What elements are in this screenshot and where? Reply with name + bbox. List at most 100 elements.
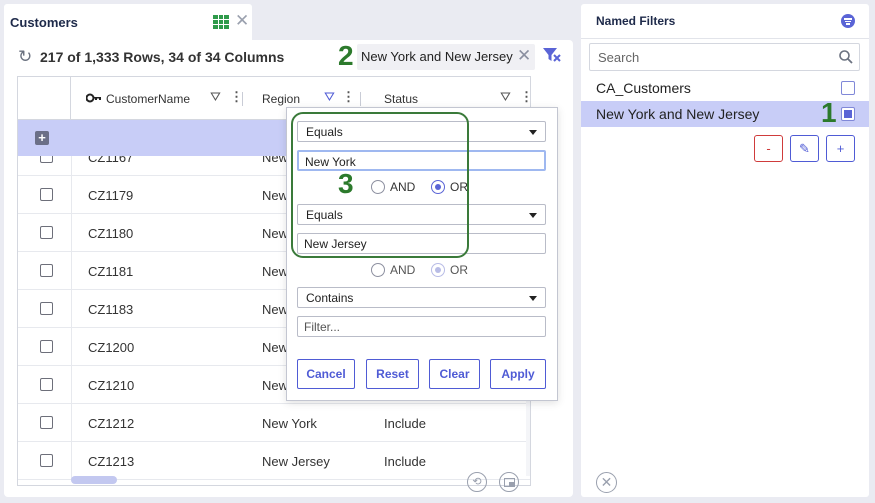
row-checkbox[interactable] (40, 340, 53, 353)
chevron-down-icon (529, 213, 537, 218)
cell-customername: CZ1183 (88, 302, 134, 317)
cell-customername: CZ1179 (88, 188, 134, 203)
column-label: CustomerName (106, 92, 191, 106)
cell-region: New Jersey (262, 454, 330, 469)
cell-region: New (262, 188, 289, 203)
add-filter-button[interactable]: + (826, 135, 855, 162)
close-icon[interactable]: ✕ (517, 46, 531, 66)
cell-region: New (262, 264, 289, 279)
cell-customername: CZ1167 (88, 156, 134, 165)
cell-divider (71, 442, 72, 480)
cell-status: Include (384, 454, 426, 469)
row-checkbox[interactable] (40, 416, 53, 429)
kebab-menu-icon[interactable]: ⋮ (520, 89, 530, 105)
horizontal-scrollbar-thumb[interactable] (71, 476, 117, 484)
tab-customers[interactable]: Customers ✕ (4, 4, 252, 42)
cell-customername: CZ1213 (88, 454, 135, 469)
active-filter-label: New York and New Jersey (361, 49, 513, 64)
cell-divider (71, 176, 72, 214)
remove-filter-button[interactable]: - (754, 135, 783, 162)
row-checkbox[interactable] (40, 264, 53, 277)
row-checkbox[interactable] (40, 302, 53, 315)
search-placeholder: Search (598, 50, 640, 65)
cell-customername: CZ1212 (88, 416, 135, 431)
named-filter-label: CA_Customers (596, 80, 691, 96)
table-row[interactable]: CZ1212 New York Include (18, 404, 530, 442)
close-circle-icon[interactable]: ✕ (596, 472, 617, 493)
row-checkbox[interactable] (40, 378, 53, 391)
refresh-icon[interactable]: ↻ (18, 47, 32, 67)
apply-button[interactable]: Apply (490, 359, 546, 389)
filter-clear-icon[interactable] (541, 45, 561, 65)
window-icon[interactable] (499, 472, 519, 492)
annotation-2: 2 (338, 40, 354, 71)
row-checkbox[interactable] (40, 156, 53, 163)
or-label: OR (450, 263, 468, 277)
row-checkbox[interactable] (40, 454, 53, 467)
cell-divider (71, 252, 72, 290)
cell-divider (71, 290, 72, 328)
cell-divider (71, 328, 72, 366)
named-filter-checkbox[interactable] (841, 107, 855, 121)
named-filter-checkbox[interactable] (841, 81, 855, 95)
row-count-label: 217 of 1,333 Rows, 34 of 34 Columns (40, 49, 285, 65)
table-row[interactable]: CZ1213 New Jersey Include (18, 442, 530, 480)
search-icon[interactable] (839, 50, 853, 64)
spreadsheet-icon (213, 15, 229, 29)
reset-button[interactable]: Reset (366, 359, 419, 389)
cell-customername: CZ1210 (88, 378, 135, 393)
search-input[interactable]: Search (589, 43, 860, 71)
cell-region: New (262, 226, 289, 241)
column-label: Region (262, 92, 301, 106)
or-radio[interactable] (431, 263, 445, 277)
panel-title: Named Filters (596, 14, 676, 28)
cell-customername: CZ1180 (88, 226, 134, 241)
cell-region: New (262, 340, 289, 355)
cell-divider (71, 366, 72, 404)
cancel-button[interactable]: Cancel (297, 359, 355, 389)
filter-icon[interactable]: ⛛ (500, 89, 511, 105)
row-checkbox[interactable] (40, 188, 53, 201)
select-all-header (18, 77, 71, 120)
column-divider[interactable] (360, 92, 361, 106)
pencil-icon[interactable]: ✎ (790, 135, 819, 162)
key-icon (86, 93, 101, 103)
divider (581, 38, 869, 39)
cell-divider (71, 404, 72, 442)
condition3-value-input[interactable]: Filter... (297, 316, 546, 337)
select-value: Contains (306, 291, 354, 305)
cell-region: New York (262, 416, 317, 431)
cell-status: Include (384, 416, 426, 431)
reset-layout-icon[interactable]: ⟲ (467, 472, 487, 492)
menu-icon[interactable] (841, 14, 855, 28)
column-label: Status (384, 92, 419, 106)
annotation-3: 3 (338, 168, 354, 199)
clear-button[interactable]: Clear (429, 359, 480, 389)
cell-divider (71, 214, 72, 252)
named-filters-panel: Named Filters Search CA_Customers New Yo… (581, 4, 869, 497)
cell-customername: CZ1181 (88, 264, 134, 279)
named-filter-label: New York and New Jersey (596, 106, 760, 122)
close-icon[interactable]: ✕ (235, 11, 249, 31)
row-checkbox[interactable] (40, 226, 53, 239)
cell-divider (71, 156, 72, 176)
condition2-join: AND OR (371, 261, 471, 281)
condition3-operator-select[interactable]: Contains (297, 287, 546, 308)
cell-region: New (262, 378, 289, 393)
and-label: AND (390, 263, 416, 277)
annotation-1: 1 (821, 97, 837, 128)
add-row-button[interactable]: + (35, 131, 49, 145)
cell-region: New (262, 302, 289, 317)
chevron-down-icon (529, 296, 537, 301)
cell-customername: CZ1200 (88, 340, 135, 355)
filter-active-icon[interactable]: ⛛ (324, 89, 335, 105)
filter-icon[interactable]: ⛛ (210, 89, 221, 105)
column-header-customername[interactable]: CustomerName ⛛ ⋮ (72, 77, 243, 120)
annotation-highlight-box (291, 112, 469, 258)
and-radio[interactable] (371, 263, 385, 277)
tab-title: Customers (10, 15, 78, 30)
kebab-menu-icon[interactable]: ⋮ (342, 89, 355, 105)
active-filter-chip[interactable]: New York and New Jersey ✕ (357, 44, 535, 70)
chevron-down-icon (529, 130, 537, 135)
input-placeholder: Filter... (304, 320, 341, 334)
